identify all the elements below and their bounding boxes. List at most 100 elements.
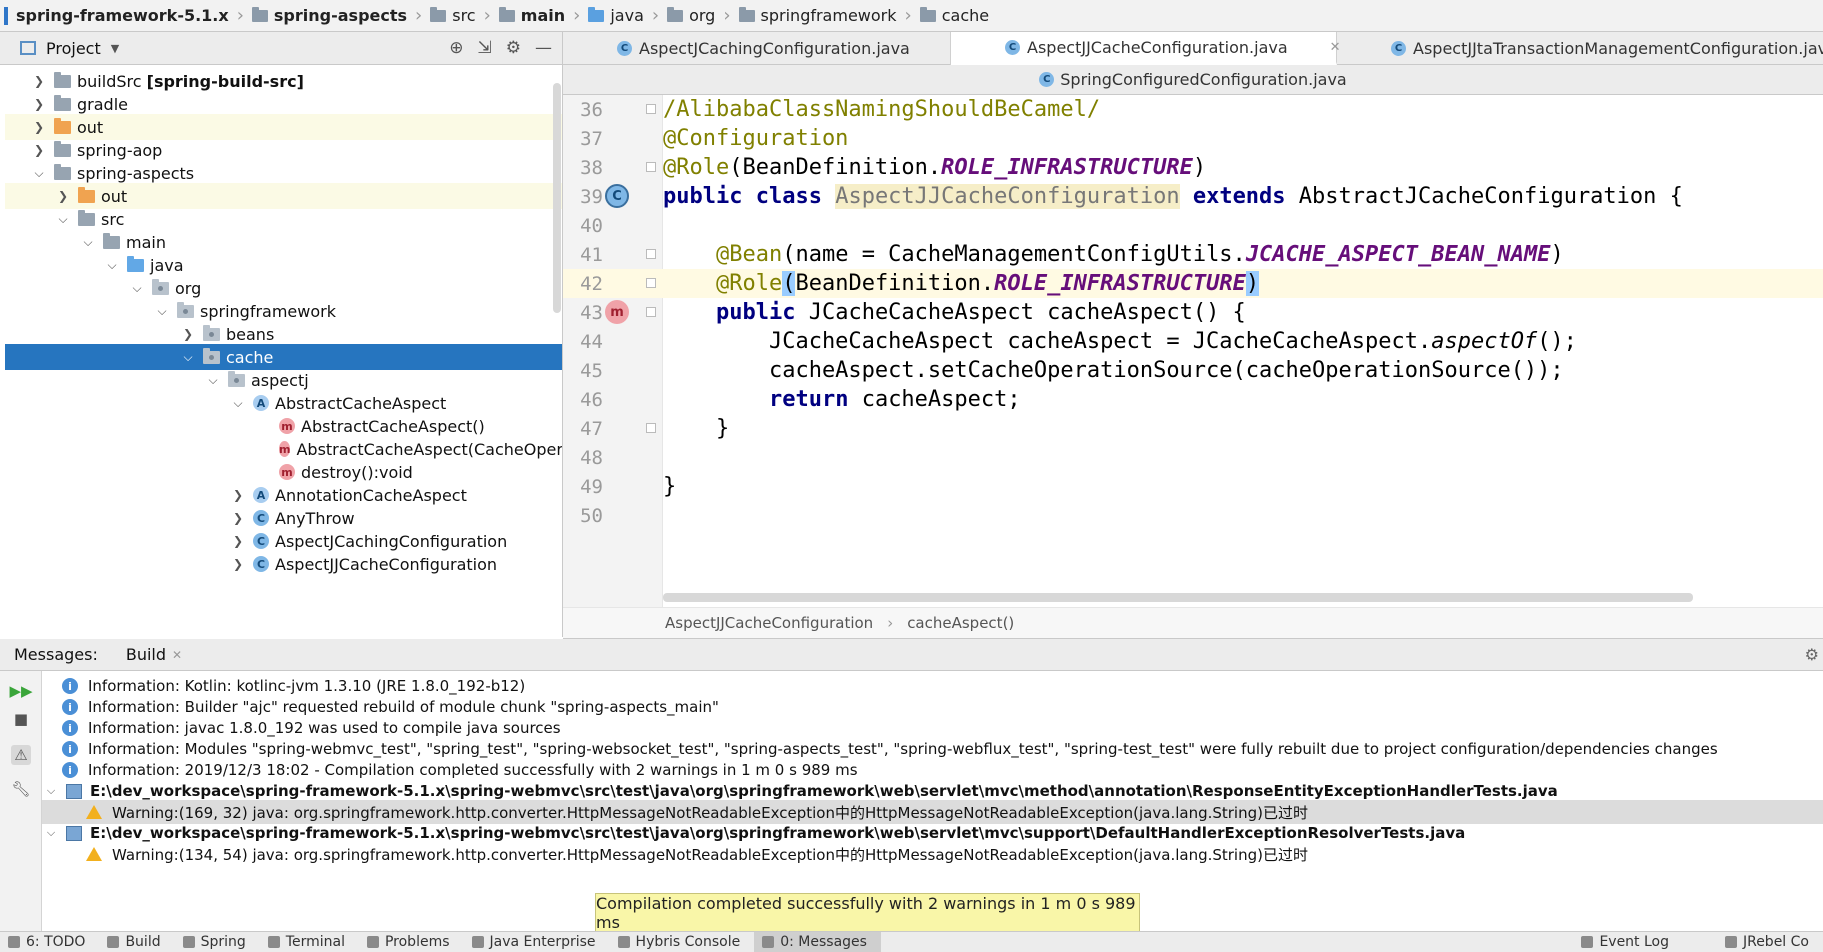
tree-item[interactable]: ❯ C AspectJJCacheConfiguration	[5, 551, 562, 577]
fold-marker-icon[interactable]	[646, 307, 656, 317]
breadcrumb-item[interactable]: spring-framework-5.1.x	[16, 6, 229, 25]
breadcrumb-item[interactable]: org	[667, 6, 715, 25]
gear-icon[interactable]: ⚙	[506, 38, 521, 58]
tool-window-java-enterprise[interactable]: Java Enterprise	[464, 932, 610, 952]
warning-filter-icon[interactable]: ⚠	[11, 745, 31, 765]
code-line[interactable]: 45 cacheAspect.setCacheOperationSource(c…	[563, 356, 1823, 385]
chevron-right-icon[interactable]: ❯	[231, 534, 245, 548]
tool-window-hybris-console[interactable]: Hybris Console	[610, 932, 755, 952]
chevron-right-icon[interactable]: ❯	[32, 120, 46, 134]
fold-marker-icon[interactable]	[646, 162, 656, 172]
chevron-down-icon[interactable]: ⌵	[32, 166, 46, 181]
tool-window-event-log[interactable]: Event Log	[1573, 932, 1683, 952]
tab-aspectjjtatransactionmanagementconfiguration[interactable]: C AspectJJtaTransactionManagementConfigur…	[1337, 32, 1823, 65]
breadcrumb-item[interactable]: main	[498, 6, 565, 25]
method-gutter-icon[interactable]: m	[605, 300, 629, 324]
chevron-down-icon[interactable]: ⌵	[56, 212, 70, 227]
stop-icon[interactable]: ■	[11, 709, 31, 729]
fold-marker-icon[interactable]	[646, 423, 656, 433]
code-text: @Configuration	[663, 126, 849, 151]
chevron-down-icon[interactable]: ▼	[111, 42, 119, 55]
collapse-icon[interactable]: ⇲	[478, 38, 492, 58]
info-icon: i	[62, 720, 78, 736]
code-line[interactable]: 46 return cacheAspect;	[563, 385, 1823, 414]
code-line[interactable]: 48	[563, 443, 1823, 472]
locate-icon[interactable]: ⊕	[449, 38, 463, 58]
fold-marker-icon[interactable]	[646, 249, 656, 259]
code-line[interactable]: 36/AlibabaClassNamingShouldBeCamel/	[563, 95, 1823, 124]
chevron-right-icon[interactable]: ❯	[181, 327, 195, 341]
fold-marker-icon[interactable]	[646, 104, 656, 114]
tool-window-todo[interactable]: 6: TODO	[0, 932, 99, 952]
tool-window-spring[interactable]: Spring	[175, 932, 260, 952]
code-line[interactable]: 38 @Role(BeanDefinition.ROLE_INFRASTRUCTU…	[563, 153, 1823, 182]
message-warning-row[interactable]: Warning:(134, 54) java: org.springframew…	[42, 842, 1823, 866]
code-line[interactable]: 49}	[563, 472, 1823, 501]
folder-icon	[54, 71, 71, 88]
breadcrumb-item[interactable]: spring-aspects	[251, 6, 407, 25]
code-text: cacheAspect.setCacheOperationSource(cach…	[663, 358, 1564, 383]
breadcrumb-item[interactable]: java	[588, 6, 644, 25]
code-editor[interactable]: 36/AlibabaClassNamingShouldBeCamel/ 37 @C…	[563, 95, 1823, 607]
close-icon[interactable]: ✕	[172, 648, 182, 662]
line-number: 49	[580, 475, 603, 498]
code-line[interactable]: 50	[563, 501, 1823, 530]
fold-marker-icon[interactable]	[646, 278, 656, 288]
editor-horizontal-scrollbar[interactable]	[663, 593, 1693, 602]
project-panel-title[interactable]: Project	[46, 39, 101, 58]
code-line[interactable]: 47 }	[563, 414, 1823, 443]
code-line[interactable]: 37 @Configuration	[563, 124, 1823, 153]
chevron-down-icon[interactable]: ⌵	[181, 350, 195, 365]
class-gutter-icon[interactable]: C	[605, 184, 629, 208]
chevron-down-icon[interactable]: ⌵	[44, 826, 58, 840]
chevron-right-icon[interactable]: ❯	[231, 557, 245, 571]
chevron-down-icon[interactable]: ⌵	[81, 235, 95, 250]
tool-window-jrebel[interactable]: JRebel Co	[1717, 932, 1823, 952]
tab-build[interactable]: Build ✕	[126, 645, 182, 664]
code-line[interactable]: 41 @Bean(name = CacheManagementConfigUti…	[563, 240, 1823, 269]
chevron-down-icon[interactable]: ⌵	[44, 784, 58, 798]
chevron-down-icon[interactable]: ⌵	[231, 396, 245, 411]
code-line[interactable]: 39 Cpublic class AspectJJCacheConfigurati…	[563, 182, 1823, 211]
gear-icon[interactable]: ⚙	[1805, 645, 1819, 664]
code-line-current[interactable]: 42 @Role(BeanDefinition.ROLE_INFRASTRUCT…	[563, 269, 1823, 298]
rerun-icon[interactable]: ▶▶	[9, 681, 32, 701]
chevron-right-icon[interactable]: ❯	[32, 143, 46, 157]
class-icon: C	[253, 556, 269, 572]
chevron-down-icon[interactable]: ⌵	[105, 258, 119, 273]
jrebel-icon	[1724, 936, 1737, 948]
code-line[interactable]: 40	[563, 211, 1823, 240]
chevron-right-icon[interactable]: ❯	[56, 189, 70, 203]
line-number: 42	[580, 272, 603, 295]
package-icon	[203, 347, 220, 364]
tab-aspectjcachingconfiguration[interactable]: CAspectJCachingConfiguration.java✕	[563, 32, 963, 65]
tab-springconfiguredconfiguration[interactable]: C SpringConfiguredConfiguration.java	[1039, 70, 1347, 89]
tool-window-problems[interactable]: Problems	[359, 932, 464, 952]
minimize-icon[interactable]: —	[535, 38, 552, 58]
chevron-right-icon[interactable]: ❯	[231, 511, 245, 525]
chevron-right-icon[interactable]: ❯	[231, 488, 245, 502]
tab-aspectjjcacheconfiguration[interactable]: C AspectJJCacheConfiguration.java ✕	[951, 32, 1341, 65]
breadcrumb-item[interactable]: springframework	[738, 6, 897, 25]
code-line[interactable]: 43 m public JCacheCacheAspect cacheAspect…	[563, 298, 1823, 327]
problems-icon	[366, 936, 379, 948]
chevron-down-icon[interactable]: ⌵	[206, 373, 220, 388]
tool-window-messages[interactable]: 0: Messages	[754, 932, 881, 952]
breadcrumb-item[interactable]: src	[430, 6, 476, 25]
package-icon	[152, 278, 169, 295]
chevron-right-icon[interactable]: ❯	[32, 74, 46, 88]
info-icon: i	[62, 699, 78, 715]
wrench-icon[interactable]: 🔧︎	[11, 779, 31, 799]
chevron-down-icon[interactable]: ⌵	[130, 281, 144, 296]
package-icon	[919, 6, 936, 22]
tool-window-terminal[interactable]: Terminal	[260, 932, 359, 952]
tree-scrollbar[interactable]	[553, 83, 561, 313]
tool-window-build[interactable]: Build	[99, 932, 174, 952]
info-icon: i	[62, 762, 78, 778]
breadcrumb-item[interactable]: cache	[919, 6, 989, 25]
code-breadcrumb-method[interactable]: cacheAspect()	[907, 614, 1014, 632]
code-breadcrumb-class[interactable]: AspectJJCacheConfiguration	[665, 614, 873, 632]
chevron-down-icon[interactable]: ⌵	[155, 304, 169, 319]
code-line[interactable]: 44 JCacheCacheAspect cacheAspect = JCach…	[563, 327, 1823, 356]
chevron-right-icon[interactable]: ❯	[32, 97, 46, 111]
